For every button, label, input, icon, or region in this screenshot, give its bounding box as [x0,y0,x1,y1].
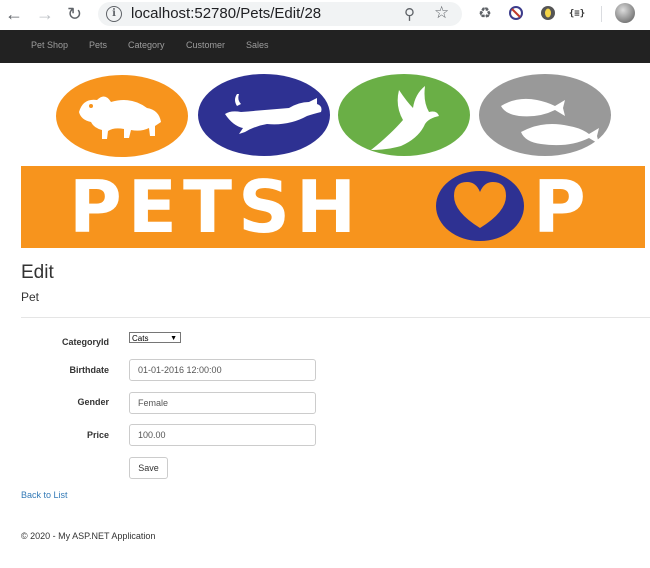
save-button[interactable]: Save [129,457,168,479]
logo-text-p: P [533,165,586,248]
birthdate-label: Birthdate [69,365,109,375]
extensions-puzzle-icon[interactable]: ♻ [476,5,494,23]
app-navbar: Pet Shop Pets Category Customer Sales [0,30,650,63]
reload-icon[interactable]: ↻ [67,3,82,25]
nav-item-customer[interactable]: Customer [186,40,225,50]
block-extension-icon[interactable] [507,5,525,23]
page-subtitle: Pet [21,290,40,304]
category-select[interactable]: Cats ▼ [129,332,181,343]
price-field[interactable]: 100.00 [129,424,316,446]
shield-extension-icon[interactable] [539,5,557,23]
gender-field[interactable]: Female [129,392,316,414]
price-label: Price [86,430,109,440]
site-info-icon[interactable]: i [106,6,122,22]
birthdate-field[interactable]: 01-01-2016 12:00:00 [129,359,316,381]
footer-copyright: © 2020 - My ASP.NET Application [21,531,156,541]
back-to-list-link[interactable]: Back to List [21,490,68,500]
toolbar-divider [601,6,602,22]
json-extension-icon[interactable]: {≡} [568,5,586,23]
category-select-value: Cats [132,334,149,343]
nav-item-sales[interactable]: Sales [246,40,269,50]
forward-arrow-icon[interactable]: → [36,3,54,25]
gender-label: Gender [77,397,109,407]
address-bar[interactable]: i localhost:52780/Pets/Edit/28 ⚲ ☆ [98,2,462,26]
page-title: Edit [21,262,54,283]
browser-toolbar: ← → ↻ i localhost:52780/Pets/Edit/28 ⚲ ☆… [0,0,650,30]
nav-item-pets[interactable]: Pets [89,40,107,50]
back-arrow-icon[interactable]: ← [5,3,23,25]
logo-text-pet: PETSH [69,165,362,248]
category-label: CategoryId [61,337,109,347]
zoom-icon[interactable]: ⚲ [404,5,415,23]
nav-brand-pet-shop[interactable]: Pet Shop [31,40,68,50]
nav-item-category[interactable]: Category [128,40,165,50]
profile-avatar[interactable] [615,3,635,23]
petshop-banner-image: PETSH P [21,74,645,248]
bookmark-star-icon[interactable]: ☆ [434,3,449,23]
divider [21,317,650,318]
url-text: localhost:52780/Pets/Edit/28 [131,5,322,22]
dropdown-arrow-icon: ▼ [170,335,177,342]
